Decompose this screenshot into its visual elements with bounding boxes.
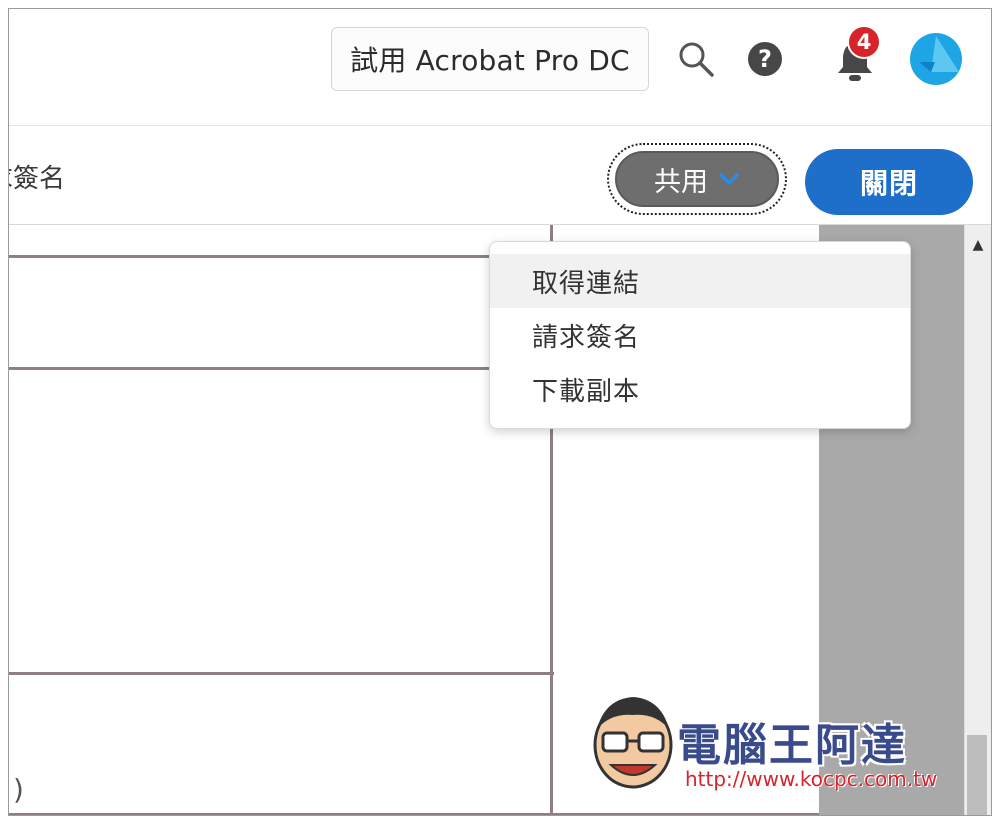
document-title: 求簽名 <box>9 164 66 194</box>
menu-item-download-copy[interactable]: 下載副本 <box>490 362 910 416</box>
document-text-fragment: ) <box>13 773 24 806</box>
scrollbar-thumb[interactable] <box>967 735 987 815</box>
watermark-url: http://www.kocpc.com.tw <box>685 767 938 791</box>
svg-text:?: ? <box>758 45 772 73</box>
try-acrobat-pro-button[interactable]: 試用 Acrobat Pro DC <box>331 27 649 91</box>
close-button[interactable]: 關閉 <box>805 149 973 215</box>
avatar[interactable] <box>909 32 963 86</box>
share-button-label: 共用 <box>654 166 708 198</box>
menu-item-label: 下載副本 <box>532 376 641 407</box>
vertical-scrollbar[interactable] <box>964 225 991 815</box>
share-menu: 取得連結 請求簽名 下載副本 <box>489 241 911 429</box>
document-toolbar: 求簽名 共用 關閉 <box>9 126 991 225</box>
menu-item-label: 請求簽名 <box>532 322 641 353</box>
menu-item-request-signature[interactable]: 請求簽名 <box>490 308 910 362</box>
form-line <box>9 813 819 815</box>
watermark-name: 電腦王阿達 <box>677 720 907 771</box>
form-line <box>9 672 554 675</box>
form-line <box>9 367 554 370</box>
top-header: 試用 Acrobat Pro DC ? 4 <box>9 9 991 126</box>
help-icon[interactable]: ? <box>745 39 785 79</box>
menu-item-get-link[interactable]: 取得連結 <box>490 254 910 308</box>
chevron-down-icon <box>719 173 739 185</box>
form-line <box>9 255 554 258</box>
menu-item-label: 取得連結 <box>532 268 641 299</box>
app-window: 試用 Acrobat Pro DC ? 4 簽名 共用 關閉) ▲ 取得連結 … <box>8 8 992 816</box>
share-button[interactable]: 共用 <box>615 151 779 207</box>
search-icon[interactable] <box>676 39 716 79</box>
notification-badge: 4 <box>847 25 881 59</box>
scroll-up-arrow-icon[interactable]: ▲ <box>965 235 991 255</box>
